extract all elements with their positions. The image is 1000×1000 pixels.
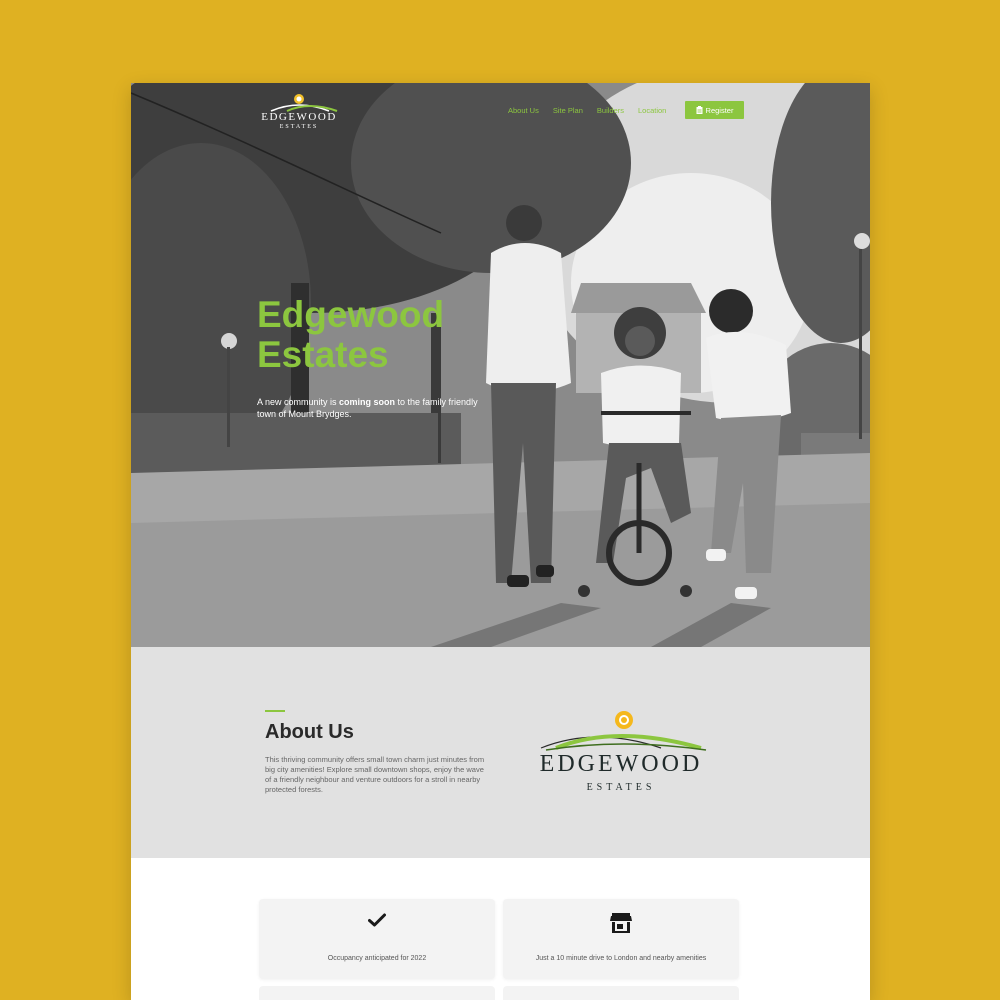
hero-section: EDGEWOOD ESTATES About Us Site Plan Buil… bbox=[131, 83, 870, 647]
hero-title: Edgewood Estates bbox=[257, 295, 517, 375]
header-logo[interactable]: EDGEWOOD ESTATES bbox=[249, 91, 349, 133]
about-logo-name: EDGEWOOD bbox=[539, 751, 703, 777]
about-body: This thriving community offers small tow… bbox=[265, 755, 485, 794]
features-section: Occupancy anticipated for 2022 Just a 10… bbox=[131, 858, 870, 1000]
hero-title-line1: Edgewood bbox=[257, 294, 445, 335]
header-logo-sub: ESTATES bbox=[279, 124, 319, 130]
nav-item-site-plan[interactable]: Site Plan bbox=[553, 106, 583, 115]
feature-text-occupancy: Occupancy anticipated for 2022 bbox=[327, 955, 427, 962]
nav-item-about-us[interactable]: About Us bbox=[508, 106, 539, 115]
hero-subtitle: A new community is coming soon to the fa… bbox=[257, 396, 497, 420]
website-page: EDGEWOOD ESTATES About Us Site Plan Buil… bbox=[131, 83, 870, 1000]
hero-sub-bold: coming soon bbox=[339, 397, 396, 407]
hero-title-line2: Estates bbox=[257, 334, 389, 375]
main-nav: About Us Site Plan Builders Location bbox=[508, 106, 666, 115]
nav-item-builders[interactable]: Builders bbox=[597, 106, 624, 115]
nav-item-location[interactable]: Location bbox=[638, 106, 666, 115]
about-accent-bar bbox=[265, 710, 285, 712]
feature-card-location: Just a 10 minute drive to London and nea… bbox=[503, 899, 739, 979]
about-logo-sub: ESTATES bbox=[586, 782, 656, 793]
about-heading: About Us bbox=[265, 721, 354, 743]
header-logo-name: EDGEWOOD bbox=[261, 111, 337, 123]
clipboard-icon bbox=[696, 106, 703, 114]
check-icon bbox=[368, 913, 386, 927]
sun-hills-logo-icon bbox=[540, 711, 707, 751]
hero-sub-before: A new community is bbox=[257, 397, 340, 407]
sun-logo-icon bbox=[270, 94, 338, 112]
register-button[interactable]: Register bbox=[685, 101, 744, 119]
about-section: About Us This thriving community offers … bbox=[131, 647, 870, 858]
feature-card-partial-left bbox=[259, 986, 495, 1000]
register-label: Register bbox=[705, 105, 734, 115]
feature-card-partial-right bbox=[503, 986, 739, 1000]
feature-text-location: Just a 10 minute drive to London and nea… bbox=[535, 955, 707, 962]
feature-card-occupancy: Occupancy anticipated for 2022 bbox=[259, 899, 495, 979]
store-icon bbox=[610, 913, 632, 933]
about-logo: EDGEWOOD ESTATES bbox=[516, 708, 726, 800]
